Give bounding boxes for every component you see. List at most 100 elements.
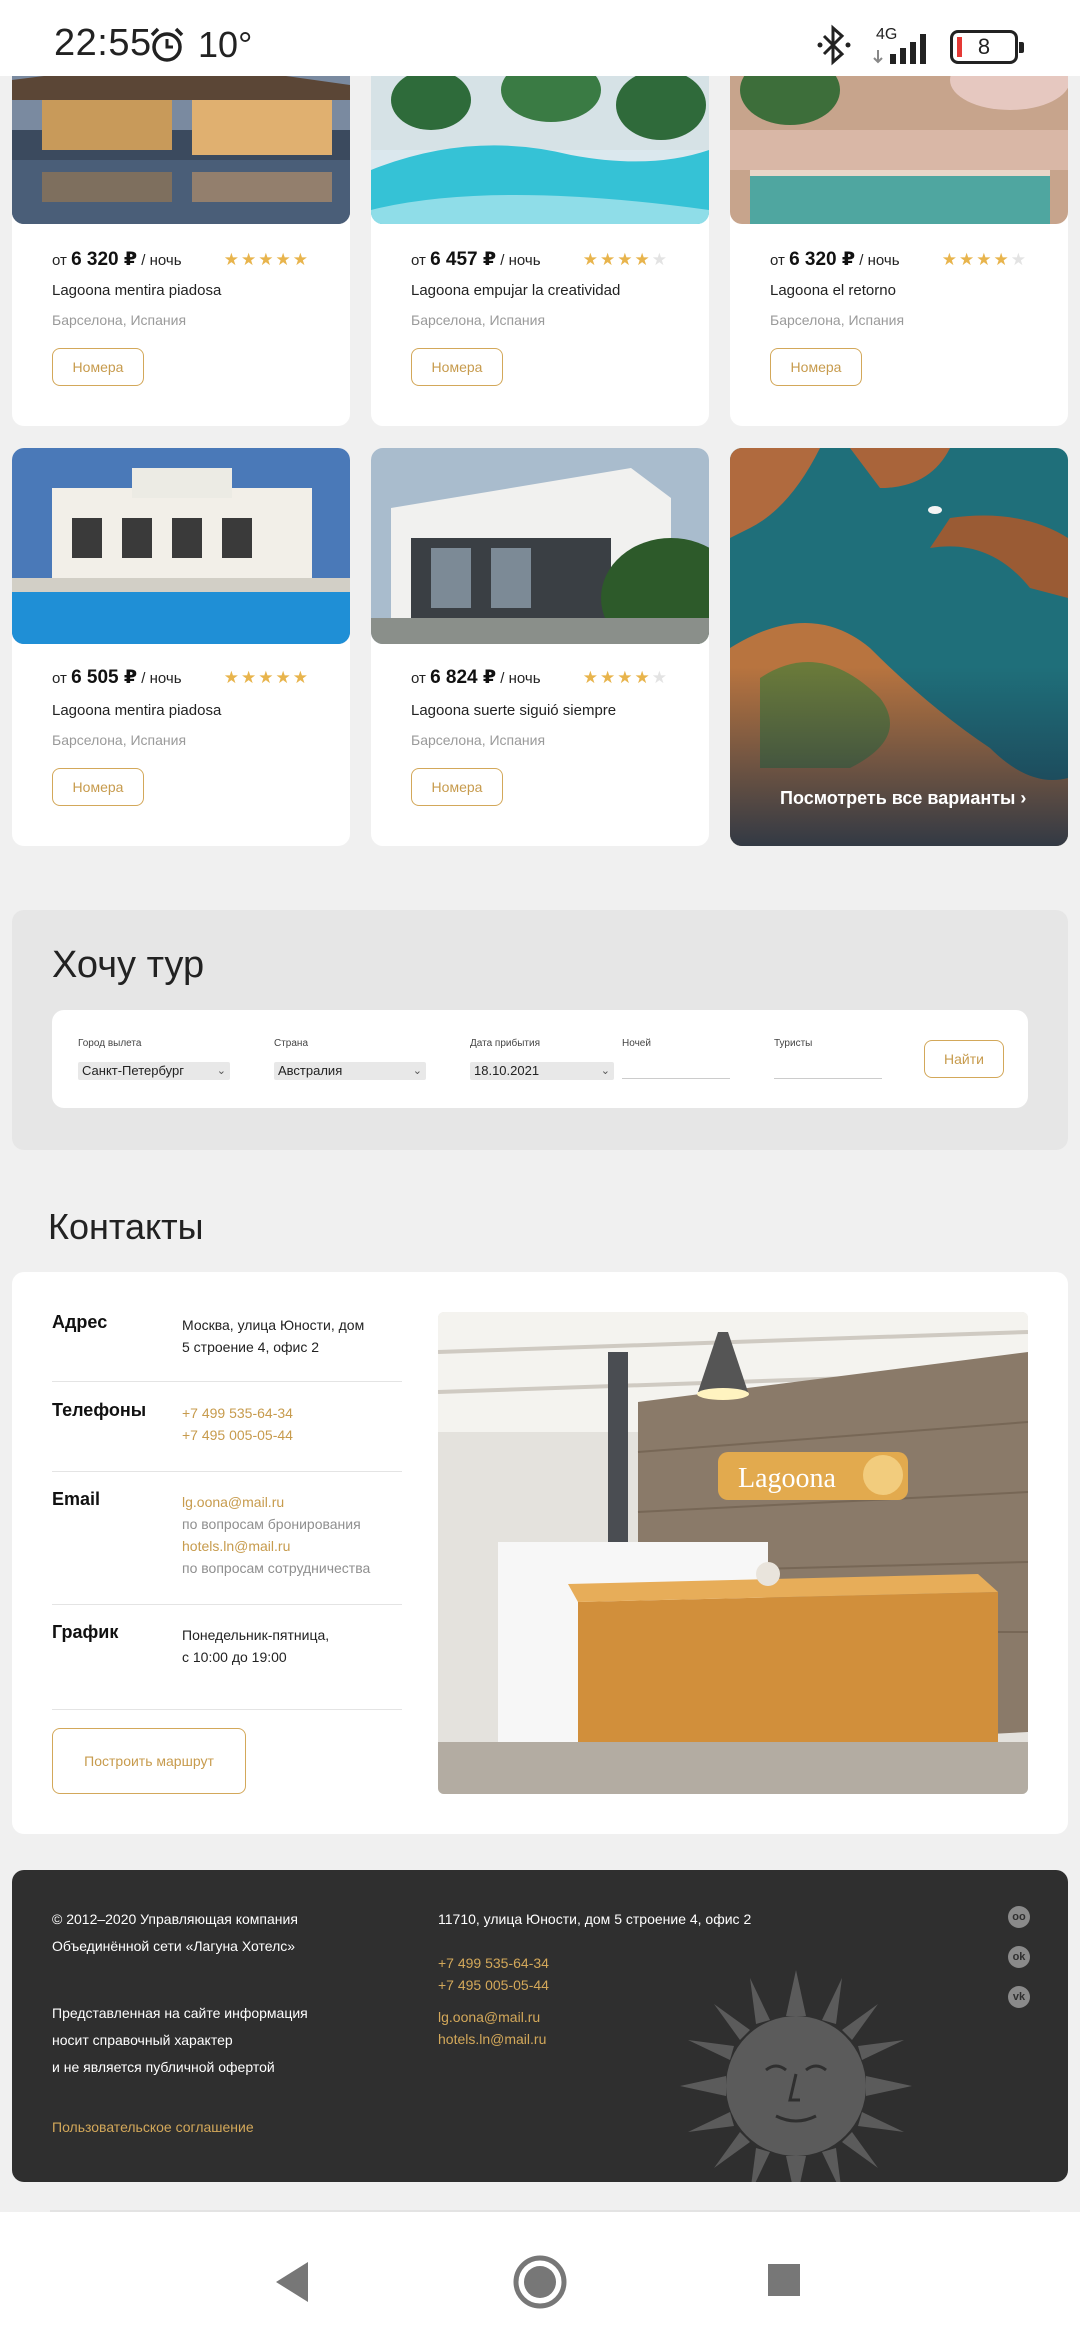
hotel-photo <box>730 60 1068 224</box>
rating-stars: ★★★★★ <box>223 668 310 687</box>
country-select[interactable]: Австралия ⌄ <box>274 1062 426 1080</box>
footer: © 2012–2020 Управляющая компания Объедин… <box>12 1870 1068 2182</box>
contacts-title: Контакты <box>48 1206 204 1247</box>
hotel-name: Lagoona suerte siguió siempre <box>411 702 617 719</box>
build-route-button[interactable]: Построить маршрут <box>52 1728 246 1794</box>
hotel-card[interactable]: от 6 320 ₽ / ночь ★★★★★ Lagoona mentira … <box>12 60 350 426</box>
rating-stars: ★★★★★ <box>223 250 310 269</box>
rating-stars: ★★★★★ <box>582 668 669 687</box>
nights-input[interactable] <box>622 1078 730 1079</box>
country-label: Страна <box>274 1038 309 1049</box>
footer-emails: lg.oona@mail.ru hotels.ln@mail.ru <box>438 2006 546 2050</box>
email-link[interactable]: lg.oona@mail.ru <box>182 1491 370 1513</box>
hotel-card[interactable]: от 6 505 ₽ / ночь ★★★★★ Lagoona mentira … <box>12 448 350 846</box>
sun-logo-icon <box>680 1970 912 2182</box>
chevron-down-icon: ⌄ <box>412 1065 422 1077</box>
phones-label: Телефоны <box>52 1400 147 1420</box>
rooms-button[interactable]: Номера <box>52 768 144 806</box>
contact-schedule-row: График Понедельник-пятница, с 10:00 до 1… <box>52 1622 402 1710</box>
hotel-name: Lagoona el retorno <box>770 282 896 299</box>
schedule-label: График <box>52 1622 119 1642</box>
hotel-card[interactable]: от 6 457 ₽ / ночь ★★★★★ Lagoona empujar … <box>371 60 709 426</box>
rooms-button[interactable]: Номера <box>770 348 862 386</box>
phone-link[interactable]: +7 495 005-05-44 <box>182 1424 293 1446</box>
recents-square-icon[interactable] <box>766 2262 802 2298</box>
hotel-name: Lagoona empujar la creatividad <box>411 282 621 299</box>
rooms-button[interactable]: Номера <box>411 348 503 386</box>
footer-address: 11710, улица Юности, дом 5 строение 4, о… <box>438 1911 752 1927</box>
email-link[interactable]: hotels.ln@mail.ru <box>182 1535 370 1557</box>
tourists-input[interactable] <box>774 1078 882 1079</box>
price: от 6 320 ₽ / ночь <box>52 249 182 270</box>
status-time: 22:55 <box>54 22 152 64</box>
hotel-card[interactable]: от 6 320 ₽ / ночь ★★★★★ Lagoona el retor… <box>730 60 1068 426</box>
back-triangle-icon[interactable] <box>272 2260 312 2304</box>
nights-label: Ночей <box>622 1038 651 1049</box>
price: от 6 505 ₽ / ночь <box>52 667 182 688</box>
status-temperature: 10° <box>198 24 253 65</box>
footer-email-link[interactable]: hotels.ln@mail.ru <box>438 2028 546 2050</box>
address-value: Москва, улица Юности, дом 5 строение 4, … <box>182 1317 365 1355</box>
email-label: Email <box>52 1489 101 1509</box>
coast-photo <box>730 448 1068 846</box>
chevron-right-icon: › <box>1020 788 1027 808</box>
contact-email-row: Email lg.oona@mail.ru по вопросам бронир… <box>52 1489 402 1605</box>
hotel-location: Барселона, Испания <box>52 312 187 328</box>
footer-copyright: © 2012–2020 Управляющая компания Объедин… <box>52 1911 298 1954</box>
tour-form: Город вылета Санкт-Петербург ⌄ Страна Авс… <box>52 1010 1028 1108</box>
hotel-photo <box>371 60 709 224</box>
find-button[interactable]: Найти <box>924 1040 1004 1078</box>
schedule-value: Понедельник-пятница, с 10:00 до 19:00 <box>182 1627 330 1665</box>
status-bar: 22:55 10° 4G 8 <box>0 0 1080 76</box>
view-all-card[interactable]: Посмотреть все варианты › <box>730 448 1068 846</box>
reception-photo: Lagoona <box>438 1312 1028 1794</box>
sign-logo-text: Lagoona <box>738 1463 837 1494</box>
hotel-photo <box>12 448 350 644</box>
arrival-date-label: Дата прибытия <box>470 1038 540 1049</box>
email-value: lg.oona@mail.ru по вопросам бронирования… <box>182 1491 370 1579</box>
odnoklassniki-icon[interactable]: ok <box>1008 1946 1030 1968</box>
battery-level: 8 <box>977 34 991 59</box>
price: от 6 457 ₽ / ночь <box>411 249 541 270</box>
contacts-section: Адрес Москва, улица Юности, дом 5 строен… <box>12 1272 1068 1834</box>
home-circle-icon[interactable] <box>512 2254 568 2310</box>
alarm-clock-icon <box>150 27 184 62</box>
rating-stars: ★★★★★ <box>941 250 1028 269</box>
hotel-location: Барселона, Испания <box>411 312 546 328</box>
tour-title: Хочу тур <box>52 944 205 986</box>
view-all-link[interactable]: Посмотреть все варианты › <box>780 788 1026 809</box>
rooms-button[interactable]: Номера <box>52 348 144 386</box>
hotel-name: Lagoona mentira piadosa <box>52 282 222 299</box>
rating-stars: ★★★★★ <box>582 250 669 269</box>
tripadvisor-icon[interactable]: oo <box>1008 1906 1030 1928</box>
footer-email-link[interactable]: lg.oona@mail.ru <box>438 2006 546 2028</box>
bluetooth-icon <box>817 24 851 66</box>
rooms-button[interactable]: Номера <box>411 768 503 806</box>
user-agreement-link[interactable]: Пользовательское соглашение <box>52 2116 254 2138</box>
departure-city-label: Город вылета <box>78 1038 142 1049</box>
chevron-down-icon: ⌄ <box>216 1065 226 1077</box>
phone-link[interactable]: +7 499 535-64-34 <box>182 1402 293 1424</box>
footer-phone-link[interactable]: +7 499 535-64-34 <box>438 1952 549 1974</box>
address-label: Адрес <box>52 1312 108 1332</box>
vk-icon[interactable]: vk <box>1008 1986 1030 2008</box>
departure-city-select[interactable]: Санкт-Петербург ⌄ <box>78 1062 230 1080</box>
hotel-location: Барселона, Испания <box>52 732 187 748</box>
price: от 6 824 ₽ / ночь <box>411 667 541 688</box>
footer-phone-link[interactable]: +7 495 005-05-44 <box>438 1974 549 1996</box>
system-nav-bar <box>0 2212 1080 2340</box>
contact-phones-row: Телефоны +7 499 535-64-34 +7 495 005-05-… <box>52 1400 402 1472</box>
hotel-location: Барселона, Испания <box>770 312 905 328</box>
footer-disclaimer: Представленная на сайте информация носит… <box>52 2005 308 2075</box>
battery-icon: 8 <box>950 30 1024 64</box>
hotel-name: Lagoona mentira piadosa <box>52 702 222 719</box>
tour-search-section: Хочу тур Город вылета Санкт-Петербург ⌄ С… <box>12 910 1068 1150</box>
tourists-label: Туристы <box>774 1038 813 1049</box>
contact-address-row: Адрес Москва, улица Юности, дом 5 строен… <box>52 1312 402 1382</box>
hotel-card[interactable]: от 6 824 ₽ / ночь ★★★★★ Lagoona suerte s… <box>371 448 709 846</box>
signal-icon <box>873 34 926 64</box>
chevron-down-icon: ⌄ <box>600 1065 610 1077</box>
arrival-date-select[interactable]: 18.10.2021 ⌄ <box>470 1062 614 1080</box>
hotel-photo <box>371 448 709 644</box>
phones-value: +7 499 535-64-34 +7 495 005-05-44 <box>182 1402 293 1446</box>
